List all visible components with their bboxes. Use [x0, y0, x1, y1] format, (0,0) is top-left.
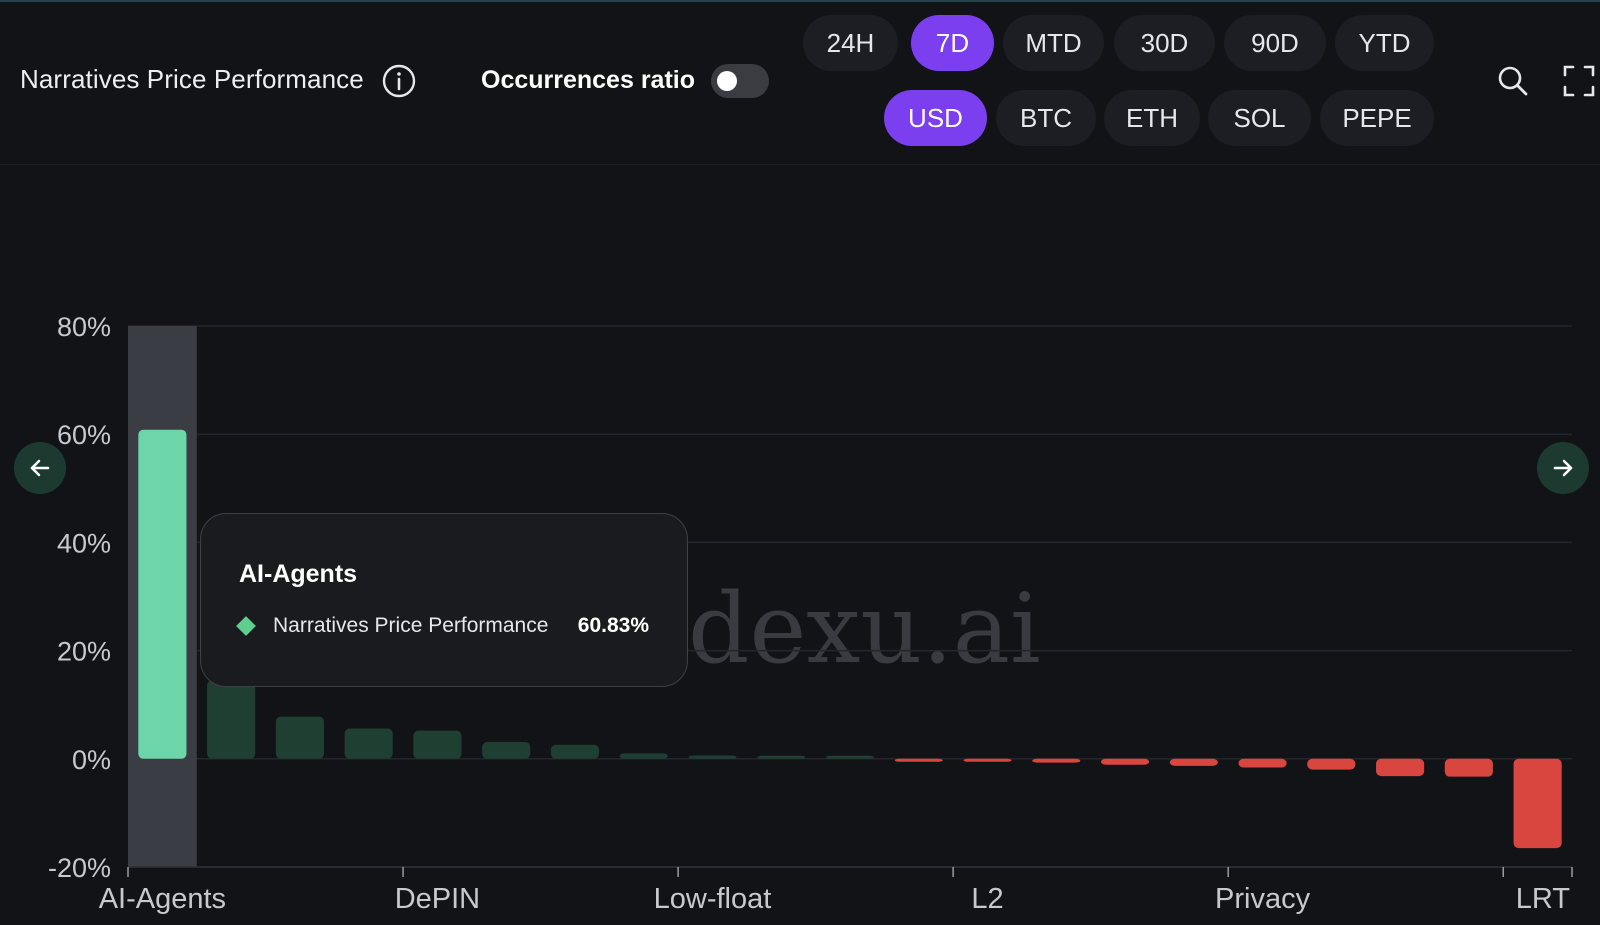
arrow-right-icon	[1553, 459, 1573, 477]
bar	[550, 744, 600, 759]
arrow-left-icon	[30, 459, 50, 477]
bar	[1238, 758, 1287, 768]
bar	[757, 755, 806, 759]
bar	[688, 755, 737, 759]
y-tick-label: 60%	[57, 420, 111, 450]
y-tick-label: -20%	[48, 853, 111, 883]
bar	[825, 755, 875, 759]
x-tick-label: AI-Agents	[99, 883, 226, 915]
bar	[1032, 758, 1081, 763]
y-tick-label: 40%	[57, 528, 111, 558]
x-tick-label: LRT	[1516, 883, 1571, 915]
bar	[1307, 758, 1356, 770]
bar	[344, 728, 393, 759]
bar	[413, 730, 462, 759]
x-tick-label: L2	[971, 883, 1003, 915]
bar	[1513, 758, 1562, 849]
bar	[1444, 758, 1493, 777]
bar	[482, 742, 531, 759]
bar	[138, 429, 187, 759]
bar	[207, 680, 256, 759]
bar	[894, 758, 943, 762]
series-marker-icon	[236, 616, 256, 636]
y-tick-label: 20%	[57, 637, 111, 667]
chart-tooltip: AI-Agents Narratives Price Performance 6…	[200, 513, 688, 687]
next-page-button[interactable]	[1537, 442, 1589, 494]
bar	[275, 716, 324, 759]
y-tick-label: 0%	[72, 745, 111, 775]
y-tick-label: 80%	[57, 312, 111, 342]
bar-chart: dexu.ai -20% 0% 20% 40% 60% 80% AI-Agents DePIN L…	[48, 312, 1573, 915]
x-tick-label: DePIN	[395, 883, 480, 915]
bar	[1376, 758, 1425, 777]
bar	[1169, 758, 1218, 766]
tooltip-title: AI-Agents	[239, 560, 358, 588]
bar	[1100, 758, 1150, 765]
prev-page-button[interactable]	[14, 442, 66, 494]
tooltip-series-name: Narratives Price Performance	[273, 614, 549, 637]
x-tick-label: Low-float	[654, 883, 772, 915]
bar	[963, 758, 1012, 762]
x-tick-label: Privacy	[1215, 883, 1311, 915]
watermark-text: dexu.ai	[688, 573, 1041, 685]
bar	[619, 753, 668, 759]
tooltip-value: 60.83%	[577, 614, 649, 637]
